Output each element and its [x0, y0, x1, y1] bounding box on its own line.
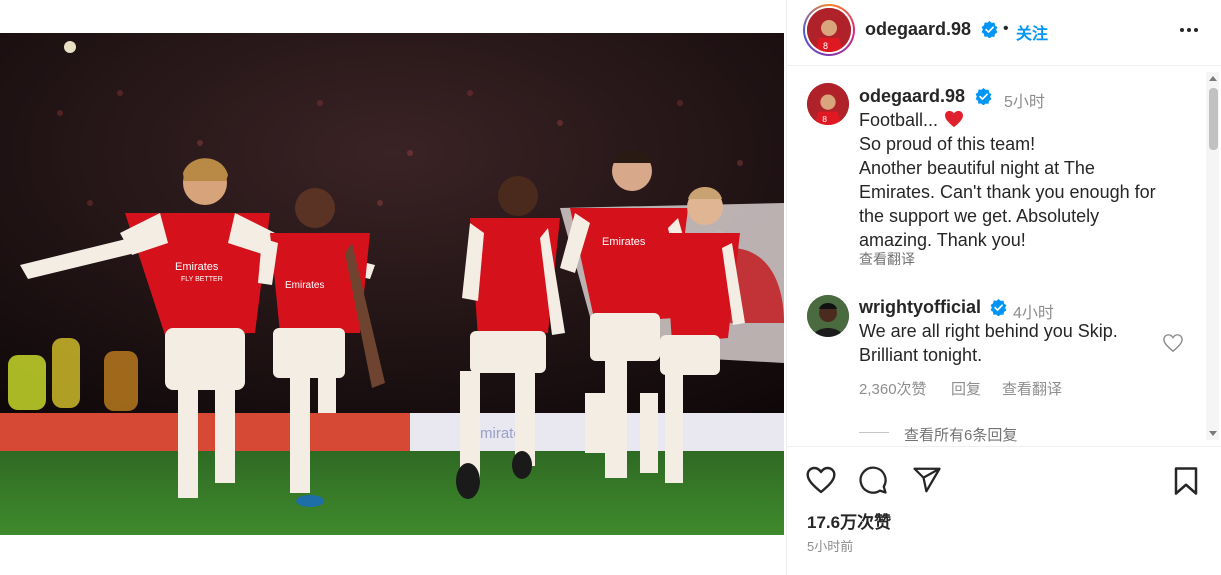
author-username[interactable]: odegaard.98	[865, 19, 971, 40]
comments-list[interactable]: 8 odegaard.98 5小时 Football... So proud o…	[787, 67, 1207, 445]
caption-line-1: Football...	[859, 110, 939, 130]
scroll-up-icon[interactable]	[1209, 76, 1217, 81]
caption-see-translation[interactable]: 查看翻译	[859, 249, 915, 269]
shirt-sponsor-text: Emirates	[285, 280, 324, 291]
author-avatar[interactable]: 8	[803, 4, 855, 56]
post-time-ago[interactable]: 5小时前	[807, 536, 853, 555]
post-side-panel: 8 odegaard.98 • 关注 8 odegaard.98 5小时 Foo…	[786, 0, 1221, 575]
shirt-sponsor-subtext: FLY BETTER	[181, 276, 223, 283]
post-header: 8 odegaard.98 • 关注	[787, 0, 1221, 66]
post-likes-count[interactable]: 17.6万次赞	[807, 508, 891, 533]
follow-button[interactable]: 关注	[1016, 20, 1048, 44]
caption-avatar[interactable]: 8	[807, 83, 849, 125]
photo-illustration: Emirates Emirates FLY BETTER Emirates Em…	[0, 33, 784, 535]
commenter-username[interactable]: wrightyofficial	[859, 297, 981, 318]
verified-badge-icon	[975, 88, 992, 110]
separator-dot: •	[1003, 20, 1009, 37]
shirt-sponsor-text: Emirates	[175, 261, 219, 273]
caption-line-4: Emirates. Can't thank you enough for	[859, 182, 1156, 202]
red-heart-icon	[945, 110, 964, 128]
post-media-pane: Emirates Emirates FLY BETTER Emirates Em…	[0, 0, 784, 575]
comment-line-2: Brilliant tonight.	[859, 345, 983, 365]
commenter-avatar[interactable]	[807, 295, 849, 337]
verified-badge-icon	[990, 299, 1007, 321]
svg-text:8: 8	[823, 41, 828, 51]
post-photo[interactable]: Emirates Emirates FLY BETTER Emirates Em…	[0, 33, 784, 535]
comment-reply-button[interactable]: 回复	[951, 378, 981, 399]
comment-like-icon[interactable]	[1162, 333, 1184, 358]
verified-badge-icon	[981, 21, 998, 39]
caption-line-3: Another beautiful night at The	[859, 158, 1095, 178]
caption-line-5: the support we get. Absolutely	[859, 206, 1100, 226]
save-bookmark-icon[interactable]	[1173, 466, 1199, 501]
more-options-icon[interactable]	[1177, 18, 1201, 47]
comment-line-1: We are all right behind you Skip.	[859, 321, 1118, 341]
comments-scrollbar[interactable]	[1206, 72, 1219, 440]
comment-icon[interactable]	[858, 465, 888, 500]
comment-likes-count[interactable]: 2,360次赞	[859, 378, 927, 399]
shirt-sponsor-text: Emirates	[602, 236, 646, 248]
view-replies-button[interactable]: 查看所有6条回复	[904, 424, 1017, 445]
svg-text:8: 8	[822, 114, 827, 124]
comment-see-translation[interactable]: 查看翻译	[1002, 378, 1062, 399]
caption-username[interactable]: odegaard.98	[859, 86, 965, 107]
like-icon[interactable]	[805, 465, 837, 500]
share-icon[interactable]	[912, 465, 942, 500]
scroll-thumb[interactable]	[1209, 88, 1218, 150]
scroll-down-icon[interactable]	[1209, 431, 1217, 436]
caption-line-2: So proud of this team!	[859, 134, 1036, 154]
replies-divider	[859, 432, 889, 433]
caption-line: Football...	[859, 108, 1199, 132]
